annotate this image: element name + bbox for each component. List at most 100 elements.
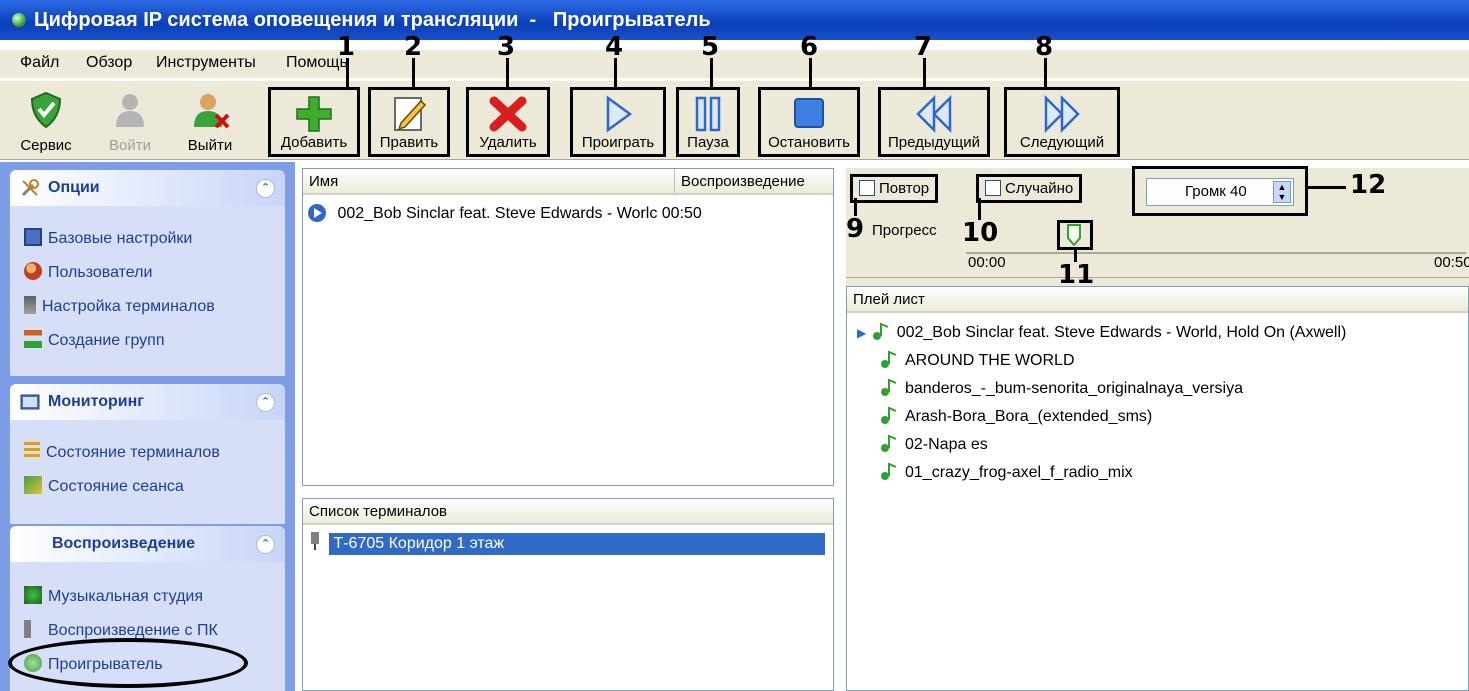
spin-arrows-icon[interactable]: ▲ ▼ (1273, 181, 1291, 203)
add-button[interactable]: Добавить (268, 87, 360, 157)
monitoring-section: Мониторинг ⌃ Состояние терминалов Состоя… (10, 384, 285, 524)
play-button[interactable]: Проиграть (570, 87, 666, 157)
repeat-checkbox[interactable]: Повтор (850, 174, 939, 203)
progress-track[interactable] (966, 252, 1466, 254)
user-logout-icon (194, 94, 230, 129)
sidebar-item-label: Создание групп (48, 332, 165, 349)
login-button[interactable]: Войти (100, 81, 160, 159)
playlist[interactable]: Плей лист ▶ 002_Bob Sinclar feat. Steve … (846, 286, 1469, 691)
sidebar-item-label: Настройка терминалов (42, 298, 215, 315)
add-label: Добавить (280, 134, 348, 151)
sidebar-item-create-groups[interactable]: Создание групп (24, 330, 165, 350)
collapse-icon[interactable]: ⌃ (256, 393, 275, 412)
music-studio-icon (24, 586, 42, 604)
stop-button[interactable]: Остановить (758, 87, 860, 157)
logout-button[interactable]: Выйти (170, 81, 250, 159)
playlist-item[interactable]: 01_crazy_frog-axel_f_radio_mix (879, 461, 1133, 482)
delete-label: Удалить (479, 134, 537, 151)
collapse-icon[interactable]: ⌃ (256, 179, 275, 198)
sidebar-item-pc-playback[interactable]: Воспроизведение с ПК (24, 620, 218, 640)
time-start: 00:00 (968, 254, 1006, 271)
callout-line (1074, 248, 1077, 262)
callout-line (346, 58, 349, 88)
terminal-row[interactable]: Т-6705 Коридор 1 этаж (305, 531, 831, 557)
options-header[interactable]: Опции ⌃ (10, 170, 285, 206)
stop-icon (794, 98, 824, 128)
pause-button[interactable]: Пауза (676, 87, 740, 157)
shuffle-checkbox[interactable]: Случайно (976, 174, 1083, 203)
tracks-list[interactable]: Имя Воспроизведение 002_Bob Sinclar feat… (302, 168, 834, 486)
playlist-item-label: 01_crazy_frog-axel_f_radio_mix (905, 464, 1133, 481)
highlight-ellipse (8, 638, 248, 688)
callout-10: 10 (962, 218, 999, 248)
playlist-item[interactable]: AROUND THE WORLD (879, 349, 1075, 370)
menu-file[interactable]: Файл (20, 54, 59, 72)
music-note-icon (879, 377, 899, 397)
pause-label: Пауза (687, 134, 729, 151)
volume-spinner[interactable]: Громк 40 ▲ ▼ (1146, 178, 1294, 206)
playback-title: Воспроизведение (52, 535, 195, 552)
sidebar-item-terminal-settings[interactable]: Настройка терминалов (24, 296, 215, 316)
next-icon (1044, 94, 1080, 134)
play-circle-icon (308, 204, 326, 222)
edit-button[interactable]: Править (368, 87, 450, 157)
sidebar-item-music-studio[interactable]: Музыкальная студия (24, 586, 203, 606)
now-playing-icon: ▶ (857, 326, 867, 340)
playlist-item[interactable]: banderos_-_bum-senorita_originalnaya_ver… (879, 377, 1243, 398)
edit-label: Править (379, 134, 439, 151)
speaker-icon (24, 620, 42, 638)
column-playback[interactable]: Воспроизведение (675, 169, 833, 195)
service-button[interactable]: Сервис (8, 81, 84, 159)
login-label: Войти (109, 137, 151, 154)
sidebar-item-basic-settings[interactable]: Базовые настройки (24, 228, 192, 248)
shuffle-box[interactable] (985, 180, 1001, 196)
callout-line (710, 58, 713, 88)
sidebar-item-terminal-status[interactable]: Состояние терминалов (24, 442, 220, 462)
callout-9: 9 (846, 214, 865, 244)
player-panel: Повтор Случайно Громк 40 ▲ ▼ Прогресс 00:… (846, 166, 1469, 691)
music-note-icon (871, 321, 891, 341)
sidebar-item-users[interactable]: Пользователи (24, 262, 152, 282)
playlist-item-label: AROUND THE WORLD (905, 352, 1075, 369)
stop-label: Остановить (768, 134, 850, 151)
playlist-item[interactable]: 02-Napa es (879, 433, 988, 454)
menu-bar: Файл Обзор Инструменты Помощь (0, 50, 1469, 78)
collapse-icon[interactable]: ⌃ (256, 535, 275, 554)
previous-button[interactable]: Предыдущий (878, 87, 990, 157)
track-row[interactable]: 002_Bob Sinclar feat. Steve Edwards - Wo… (307, 203, 827, 223)
volume-value: Громк 40 (1185, 183, 1247, 200)
list-icon (24, 442, 40, 460)
progress-thumb-icon[interactable] (1066, 224, 1082, 246)
plus-icon (296, 96, 332, 132)
next-button[interactable]: Следующий (1004, 87, 1120, 157)
monitoring-header[interactable]: Мониторинг ⌃ (10, 384, 285, 420)
callout-line (923, 58, 926, 88)
sidebar-item-session-status[interactable]: Состояние сеанса (24, 476, 184, 496)
menu-view[interactable]: Обзор (86, 54, 132, 72)
terminal-icon (311, 532, 319, 550)
callout-line (506, 58, 509, 88)
callout-12: 12 (1350, 170, 1387, 200)
callout-line (412, 58, 415, 88)
terminals-list[interactable]: Список терминалов Т-6705 Коридор 1 этаж (302, 498, 834, 691)
menu-tools[interactable]: Инструменты (156, 54, 256, 72)
next-label: Следующий (1019, 134, 1105, 151)
playlist-item[interactable]: ▶ 002_Bob Sinclar feat. Steve Edwards - … (857, 321, 1346, 342)
callout-line (978, 198, 981, 220)
playlist-item-label: banderos_-_bum-senorita_originalnaya_ver… (905, 380, 1243, 397)
callout-line (1306, 186, 1346, 189)
sidebar: Опции ⌃ Базовые настройки Пользователи Н… (0, 162, 295, 691)
sidebar-item-label: Музыкальная студия (48, 588, 204, 605)
shuffle-label: Случайно (1005, 180, 1074, 197)
logout-label: Выйти (187, 137, 233, 154)
repeat-box[interactable] (859, 180, 875, 196)
column-name[interactable]: Имя (303, 169, 675, 195)
service-label: Сервис (20, 137, 72, 154)
playback-header[interactable]: Воспроизведение ⌃ (10, 526, 285, 562)
playlist-item-label: 002_Bob Sinclar feat. Steve Edwards - Wo… (896, 324, 1347, 341)
callout-line (809, 58, 812, 88)
delete-button[interactable]: Удалить (466, 87, 550, 157)
playlist-item[interactable]: Arash-Bora_Bora_(extended_sms) (879, 405, 1152, 426)
monitoring-body: Состояние терминалов Состояние сеанса (10, 420, 285, 524)
tools-icon (21, 179, 39, 197)
